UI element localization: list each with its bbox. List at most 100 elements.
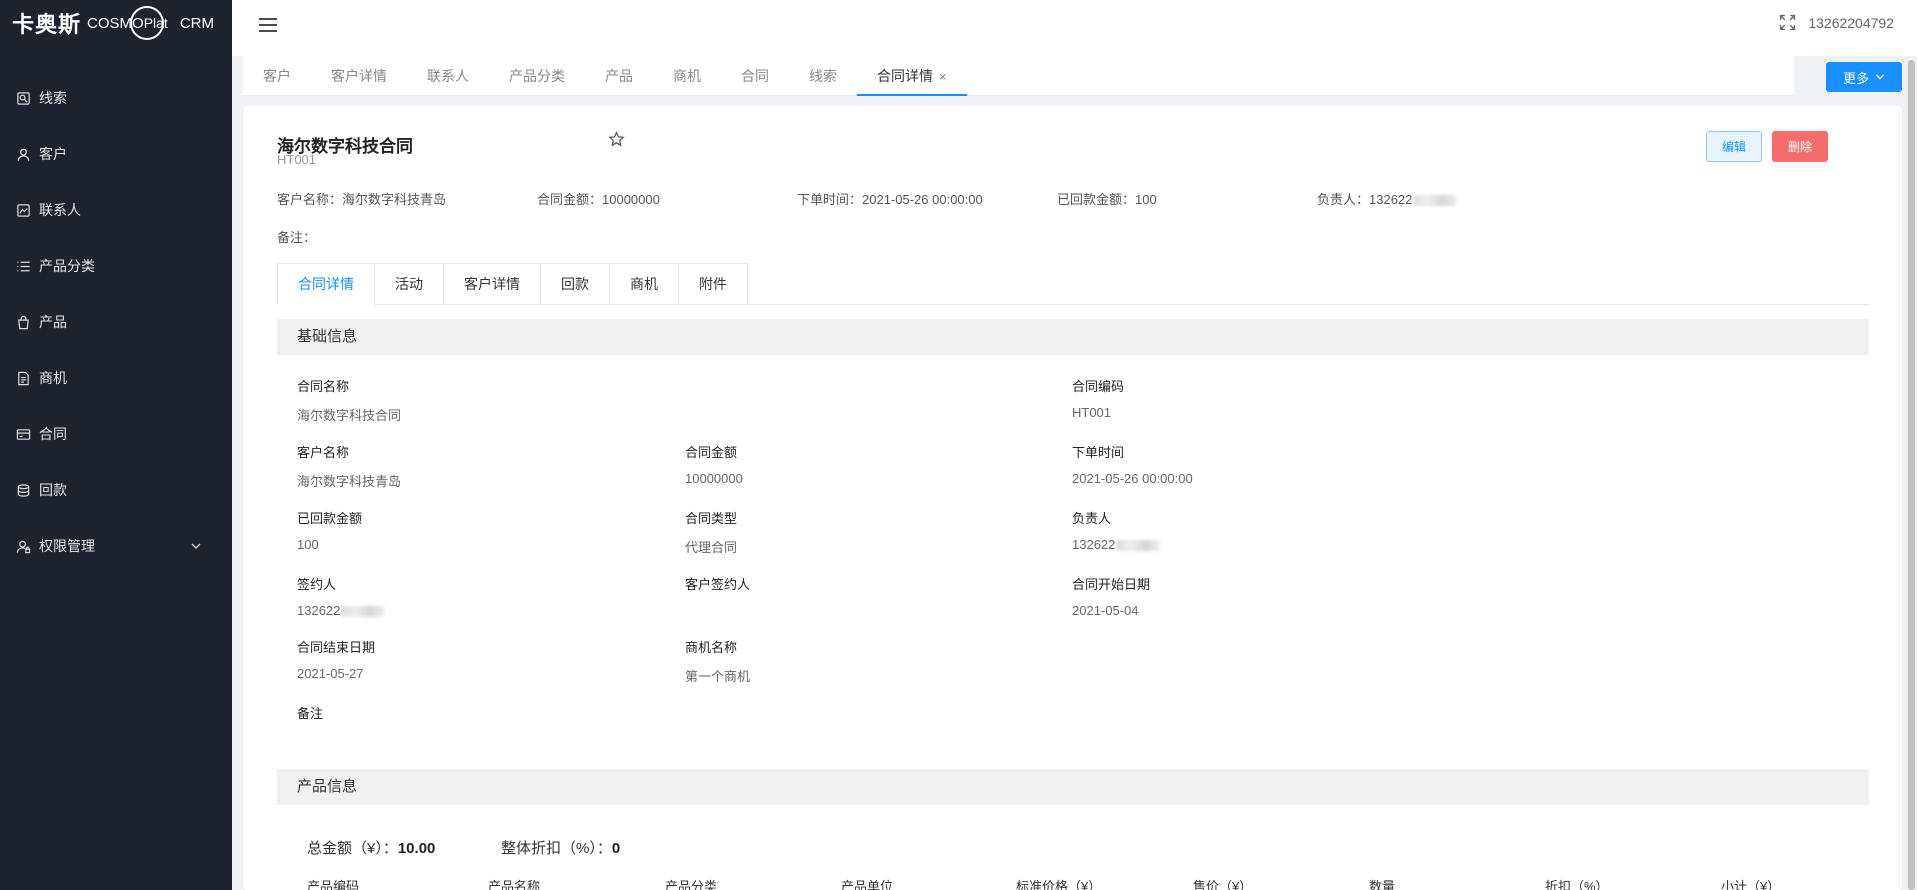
field-label: 合同编码 — [1072, 379, 1125, 394]
top-header: 13262204792 — [232, 0, 1917, 56]
sidebar-item-customer[interactable]: 客户 — [0, 126, 232, 182]
field-label: 合同金额 — [685, 445, 738, 460]
field-label: 备注 — [297, 706, 324, 721]
sidebar-item-label: 联系人 — [39, 202, 81, 218]
field-customer-signer: 客户签约人 — [685, 574, 750, 593]
field-signer: 签约人 132622 — [297, 574, 386, 618]
sidebar-item-payment[interactable]: 回款 — [0, 462, 232, 518]
field-label: 商机名称 — [685, 640, 738, 655]
total-amount: 总金额（¥）：10.00 — [307, 837, 435, 858]
field-remark: 备注 — [297, 703, 323, 722]
column-header[interactable]: 标准价格（¥） — [1016, 876, 1101, 890]
logo-cosmoplat: COSMO Plat — [87, 6, 168, 40]
field-order-time: 下单时间 2021-05-26 00:00:00 — [1072, 442, 1193, 486]
sidebar-item-opportunity[interactable]: 商机 — [0, 350, 232, 406]
sidebar-item-label: 商机 — [39, 370, 67, 386]
sidebar-item-contract[interactable]: 合同 — [0, 406, 232, 462]
nav-tab-customer[interactable]: 客户 — [243, 56, 311, 96]
star-icon[interactable] — [608, 131, 625, 148]
column-header[interactable]: 产品单位 — [841, 876, 893, 890]
close-icon[interactable]: × — [939, 69, 947, 84]
vertical-scrollbar[interactable] — [1906, 56, 1917, 890]
sidebar-item-product[interactable]: 产品 — [0, 294, 232, 350]
column-header[interactable]: 折扣（%） — [1545, 876, 1609, 890]
sidebar-item-contact[interactable]: 联系人 — [0, 182, 232, 238]
contract-code: HT001 — [277, 152, 317, 167]
nav-tab-customer-detail[interactable]: 客户详情 — [311, 56, 407, 96]
field-opportunity-name: 商机名称 第一个商机 — [685, 637, 750, 685]
column-header[interactable]: 产品名称 — [488, 876, 540, 890]
field-contract-type: 合同类型 代理合同 — [685, 508, 737, 556]
field-label: 负责人 — [1072, 511, 1112, 526]
basic-info-section-title: 基础信息 — [277, 319, 1869, 355]
summary-amount: 合同金额：10000000 — [537, 189, 660, 208]
field-end-date: 合同结束日期 2021-05-27 — [297, 637, 375, 681]
summary-order-time-label: 下单时间： — [797, 192, 863, 207]
edit-button[interactable]: 编辑 — [1706, 131, 1762, 162]
field-value: 海尔数字科技合同 — [297, 408, 402, 423]
sidebar-item-label: 产品 — [39, 314, 67, 330]
redacted-text — [1116, 540, 1161, 552]
user-lock-icon — [16, 540, 31, 553]
nav-tab-clue[interactable]: 线索 — [789, 56, 857, 96]
nav-tab-contract[interactable]: 合同 — [721, 56, 789, 96]
user-phone[interactable]: 13262204792 — [1808, 15, 1894, 31]
chevron-down-icon — [191, 543, 201, 549]
subtab-attachment[interactable]: 附件 — [679, 263, 748, 305]
more-button[interactable]: 更多 — [1826, 62, 1902, 92]
subtab-payment[interactable]: 回款 — [541, 263, 610, 305]
summary-owner-label: 负责人： — [1317, 192, 1370, 207]
clue-icon — [17, 91, 30, 105]
sidebar-menu: 线索 客户 联系人 产品分类 产品 商机 合同 回款 权限管理 — [0, 70, 232, 574]
sidebar-item-permission[interactable]: 权限管理 — [0, 518, 232, 574]
field-label: 签约人 — [297, 577, 337, 592]
header-right: 13262204792 — [1779, 14, 1894, 31]
logo-crm: CRM — [179, 14, 214, 32]
nav-tab-product[interactable]: 产品 — [585, 56, 653, 96]
sidebar-item-product-category[interactable]: 产品分类 — [0, 238, 232, 294]
field-received-amount: 已回款金额 100 — [297, 508, 362, 552]
more-button-label: 更多 — [1842, 70, 1869, 86]
column-header[interactable]: 数量 — [1369, 876, 1395, 890]
sidebar-item-clue[interactable]: 线索 — [0, 70, 232, 126]
nav-tab-product-category[interactable]: 产品分类 — [489, 56, 585, 96]
delete-button[interactable]: 删除 — [1772, 131, 1828, 162]
subtab-customer-detail[interactable]: 客户详情 — [444, 263, 541, 305]
field-label: 合同类型 — [685, 511, 738, 526]
field-value: 132622 — [1072, 537, 1161, 552]
nav-tab-contact[interactable]: 联系人 — [407, 56, 489, 96]
sidebar-item-label: 回款 — [39, 482, 67, 498]
column-header[interactable]: 售价（¥） — [1193, 876, 1252, 890]
fullscreen-icon[interactable] — [1779, 14, 1796, 31]
field-label: 合同结束日期 — [297, 640, 376, 655]
summary-received-value: 100 — [1135, 192, 1157, 207]
subtab-activity[interactable]: 活动 — [375, 263, 444, 305]
total-amount-value: 10.00 — [397, 840, 436, 857]
summary-customer-value: 海尔数字科技青岛 — [342, 192, 447, 207]
column-header[interactable]: 小计（¥） — [1721, 876, 1780, 890]
summary-customer-label: 客户名称： — [277, 192, 343, 207]
logo: 卡奥斯 COSMO Plat CRM — [0, 0, 232, 46]
field-label: 合同开始日期 — [1072, 577, 1151, 592]
sidebar-item-label: 产品分类 — [39, 258, 95, 274]
field-value: 10000000 — [685, 471, 743, 486]
subtab-contract-detail[interactable]: 合同详情 — [277, 263, 375, 305]
list-icon — [17, 261, 30, 271]
nav-tab-opportunity[interactable]: 商机 — [653, 56, 721, 96]
field-value: 100 — [297, 537, 319, 552]
chevron-down-icon — [1876, 74, 1884, 80]
field-value: 海尔数字科技青岛 — [297, 474, 402, 489]
redacted-text — [1413, 195, 1458, 207]
column-header[interactable]: 产品分类 — [665, 876, 717, 890]
hamburger-menu-icon[interactable] — [257, 14, 279, 36]
scrollbar-thumb[interactable] — [1908, 60, 1915, 890]
user-icon — [17, 148, 30, 161]
detail-subtabs: 合同详情 活动 客户详情 回款 商机 附件 — [277, 263, 1869, 305]
nav-tab-contract-detail[interactable]: 合同详情 × — [857, 56, 967, 96]
column-header[interactable]: 产品编码 — [307, 876, 359, 890]
overall-discount-value: 0 — [611, 840, 621, 857]
overall-discount: 整体折扣（%）：0 — [501, 837, 620, 858]
subtab-opportunity[interactable]: 商机 — [610, 263, 679, 305]
sidebar-item-label: 合同 — [39, 426, 67, 442]
document-icon — [18, 371, 29, 385]
